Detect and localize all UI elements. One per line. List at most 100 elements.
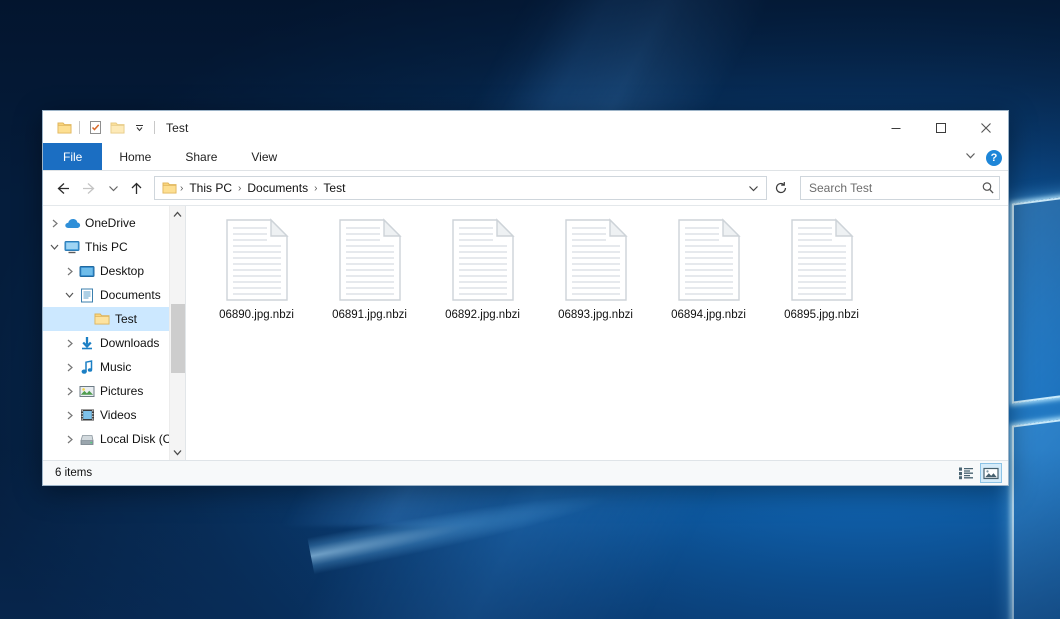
generic-file-icon bbox=[673, 218, 745, 302]
minimize-button[interactable] bbox=[873, 111, 918, 144]
window-title: Test bbox=[166, 121, 188, 135]
chevron-right-icon[interactable] bbox=[62, 387, 77, 396]
list-item[interactable]: 06895.jpg.nbzi bbox=[765, 214, 878, 322]
view-buttons[interactable] bbox=[955, 463, 1002, 483]
list-item[interactable]: 06891.jpg.nbzi bbox=[313, 214, 426, 322]
sidebar-item-label: Music bbox=[97, 360, 131, 374]
forward-button bbox=[76, 175, 103, 201]
sidebar-item-videos[interactable]: Videos bbox=[43, 403, 185, 427]
file-name-label: 06894.jpg.nbzi bbox=[668, 308, 749, 322]
back-button[interactable] bbox=[49, 175, 76, 201]
maximize-button[interactable] bbox=[918, 111, 963, 144]
tab-view[interactable]: View bbox=[234, 143, 294, 170]
help-icon[interactable]: ? bbox=[986, 150, 1002, 166]
list-item[interactable]: 06894.jpg.nbzi bbox=[652, 214, 765, 322]
toolbar-separator bbox=[79, 121, 80, 134]
file-name-label: 06895.jpg.nbzi bbox=[781, 308, 862, 322]
scroll-down-arrow-icon[interactable] bbox=[170, 444, 186, 460]
address-path-box[interactable]: › This PC › Documents › Test bbox=[154, 176, 767, 200]
chevron-down-icon[interactable] bbox=[47, 243, 62, 251]
window-body: OneDrive This PC bbox=[43, 205, 1008, 460]
chevron-down-icon[interactable] bbox=[742, 177, 764, 199]
file-name-label: 06891.jpg.nbzi bbox=[329, 308, 410, 322]
file-grid: 06890.jpg.nbzi 06891.jpg.nbzi bbox=[200, 214, 1008, 322]
up-button[interactable] bbox=[123, 175, 150, 201]
download-icon bbox=[77, 336, 97, 351]
sidebar-item-label: Test bbox=[112, 312, 137, 326]
quick-access-toolbar[interactable] bbox=[53, 117, 159, 139]
chevron-right-icon[interactable] bbox=[47, 219, 62, 228]
file-name-label: 06893.jpg.nbzi bbox=[555, 308, 636, 322]
recent-locations-button[interactable] bbox=[103, 175, 123, 201]
new-folder-icon[interactable] bbox=[106, 117, 128, 139]
generic-file-icon bbox=[560, 218, 632, 302]
close-button[interactable] bbox=[963, 111, 1008, 144]
scrollbar-track[interactable] bbox=[170, 222, 186, 444]
toolbar-separator-2 bbox=[154, 121, 155, 134]
chevron-right-icon[interactable] bbox=[62, 339, 77, 348]
sidebar-item-downloads[interactable]: Downloads bbox=[43, 331, 185, 355]
sidebar-item-desktop[interactable]: Desktop bbox=[43, 259, 185, 283]
sidebar-item-documents[interactable]: Documents bbox=[43, 283, 185, 307]
chevron-down-icon[interactable] bbox=[62, 291, 77, 299]
generic-file-icon bbox=[786, 218, 858, 302]
folder-icon bbox=[92, 312, 112, 326]
generic-file-icon bbox=[447, 218, 519, 302]
details-view-button[interactable] bbox=[955, 463, 977, 483]
breadcrumb-test[interactable]: Test bbox=[318, 181, 350, 195]
sidebar-item-test[interactable]: Test bbox=[43, 307, 185, 331]
sidebar-item-label: Downloads bbox=[97, 336, 159, 350]
chevron-right-icon[interactable] bbox=[62, 411, 77, 420]
search-icon[interactable] bbox=[981, 181, 995, 195]
scrollbar-thumb[interactable] bbox=[171, 304, 185, 373]
videos-icon bbox=[77, 408, 97, 422]
chevron-right-icon[interactable] bbox=[62, 267, 77, 276]
large-icons-view-button[interactable] bbox=[980, 463, 1002, 483]
file-name-label: 06890.jpg.nbzi bbox=[216, 308, 297, 322]
properties-icon[interactable] bbox=[84, 117, 106, 139]
sidebar-item-pictures[interactable]: Pictures bbox=[43, 379, 185, 403]
sidebar-item-this-pc[interactable]: This PC bbox=[43, 235, 185, 259]
list-item[interactable]: 06893.jpg.nbzi bbox=[539, 214, 652, 322]
sidebar-item-label: Desktop bbox=[97, 264, 144, 278]
tab-home[interactable]: Home bbox=[102, 143, 168, 170]
sidebar-item-label: OneDrive bbox=[82, 216, 136, 230]
status-bar: 6 items bbox=[43, 460, 1008, 485]
windows-logo-pane-1 bbox=[1012, 180, 1060, 403]
sidebar-item-label: This PC bbox=[82, 240, 128, 254]
file-explorer-window[interactable]: Test File Home Share View ? bbox=[42, 110, 1009, 486]
title-bar[interactable]: Test bbox=[43, 111, 1008, 144]
sidebar-item-music[interactable]: Music bbox=[43, 355, 185, 379]
tab-file[interactable]: File bbox=[43, 143, 102, 170]
sidebar-item-local-disk-c[interactable]: Local Disk (C:) bbox=[43, 427, 185, 451]
monitor-icon bbox=[62, 240, 82, 254]
refresh-button[interactable] bbox=[767, 175, 794, 201]
address-bar[interactable]: › This PC › Documents › Test Search Test bbox=[43, 171, 1008, 205]
tab-share[interactable]: Share bbox=[168, 143, 234, 170]
caption-buttons[interactable] bbox=[873, 111, 1008, 144]
music-icon bbox=[77, 360, 97, 375]
sidebar-item-onedrive[interactable]: OneDrive bbox=[43, 211, 185, 235]
breadcrumb-documents[interactable]: Documents bbox=[242, 181, 313, 195]
file-list-view[interactable]: 06890.jpg.nbzi 06891.jpg.nbzi bbox=[186, 206, 1008, 460]
chevron-down-icon[interactable] bbox=[128, 117, 150, 139]
list-item[interactable]: 06890.jpg.nbzi bbox=[200, 214, 313, 322]
scroll-up-arrow-icon[interactable] bbox=[170, 206, 186, 222]
chevron-down-icon[interactable] bbox=[964, 149, 977, 167]
ribbon-tab-bar[interactable]: File Home Share View ? bbox=[43, 144, 1008, 171]
breadcrumb-this-pc[interactable]: This PC bbox=[184, 181, 237, 195]
search-placeholder: Search Test bbox=[809, 181, 981, 195]
generic-file-icon bbox=[221, 218, 293, 302]
navigation-pane[interactable]: OneDrive This PC bbox=[43, 206, 185, 460]
generic-file-icon bbox=[334, 218, 406, 302]
chevron-right-icon[interactable] bbox=[62, 363, 77, 372]
navigation-pane-scrollbar[interactable] bbox=[169, 206, 185, 460]
list-item[interactable]: 06892.jpg.nbzi bbox=[426, 214, 539, 322]
sidebar-item-label: Local Disk (C:) bbox=[97, 432, 179, 446]
folder-icon[interactable] bbox=[53, 117, 75, 139]
documents-icon bbox=[77, 288, 97, 303]
search-input[interactable]: Search Test bbox=[800, 176, 1000, 200]
file-name-label: 06892.jpg.nbzi bbox=[442, 308, 523, 322]
item-count-label: 6 items bbox=[55, 467, 92, 479]
chevron-right-icon[interactable] bbox=[62, 435, 77, 444]
